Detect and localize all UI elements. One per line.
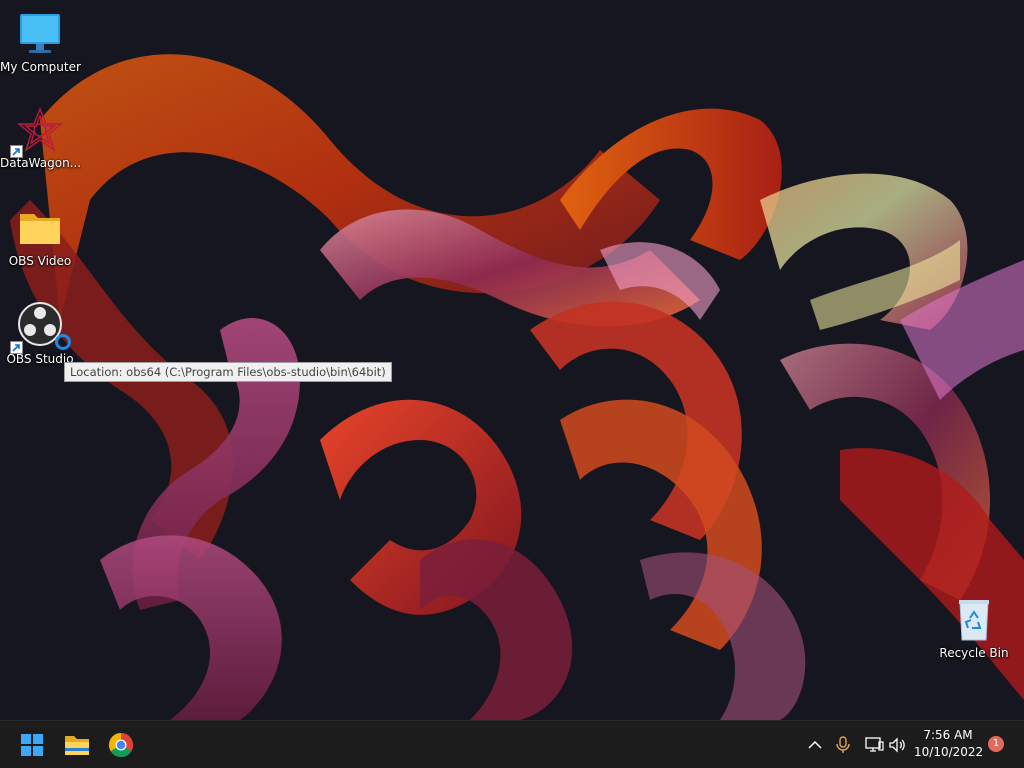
taskbar: 7:56 AM 10/10/2022 (0, 720, 1024, 768)
show-hidden-icons-button[interactable] (803, 733, 827, 757)
monitor-icon (16, 10, 64, 58)
desktop-icon-label: Recycle Bin (939, 646, 1009, 660)
network-button[interactable] (862, 733, 886, 757)
volume-button[interactable] (886, 733, 910, 757)
file-explorer-button[interactable] (61, 729, 93, 761)
desktop-wallpaper (0, 0, 1024, 720)
desktop-icon-label: OBS Video (8, 254, 72, 268)
datawagon-icon (10, 106, 64, 158)
busy-cursor-icon (55, 334, 71, 350)
desktop-icon-my-computer[interactable]: My Computer (0, 10, 81, 74)
speaker-icon (889, 737, 905, 753)
clock-button[interactable]: 7:56 AM 10/10/2022 (914, 727, 984, 761)
network-icon (865, 737, 884, 752)
desktop-icon-obs-video[interactable]: OBS Video (0, 204, 80, 268)
notification-badge[interactable]: 1 (988, 736, 1004, 752)
shortcut-arrow-icon (10, 341, 23, 354)
desktop-icon-recycle-bin[interactable]: Recycle Bin (934, 596, 1014, 660)
file-explorer-icon (65, 736, 89, 755)
clock-time: 7:56 AM (923, 728, 973, 742)
location-tooltip: Location: obs64 (C:\Program Files\obs-st… (64, 362, 392, 382)
desktop-icon-label: DataWagon... (0, 156, 82, 170)
microphone-button[interactable] (831, 733, 855, 757)
desktop-icon-datawagon[interactable]: DataWagon... (0, 106, 82, 170)
chrome-button[interactable] (105, 729, 137, 761)
recycle-bin-icon (950, 596, 998, 644)
chevron-up-icon (808, 740, 822, 749)
shortcut-arrow-icon (10, 145, 23, 158)
start-button[interactable] (16, 729, 48, 761)
windows-start-icon (21, 734, 43, 756)
microphone-icon (836, 736, 850, 753)
chrome-icon (108, 733, 134, 758)
clock-date: 10/10/2022 (914, 745, 984, 759)
desktop-icon-label: My Computer (0, 60, 81, 74)
folder-icon (16, 204, 64, 252)
